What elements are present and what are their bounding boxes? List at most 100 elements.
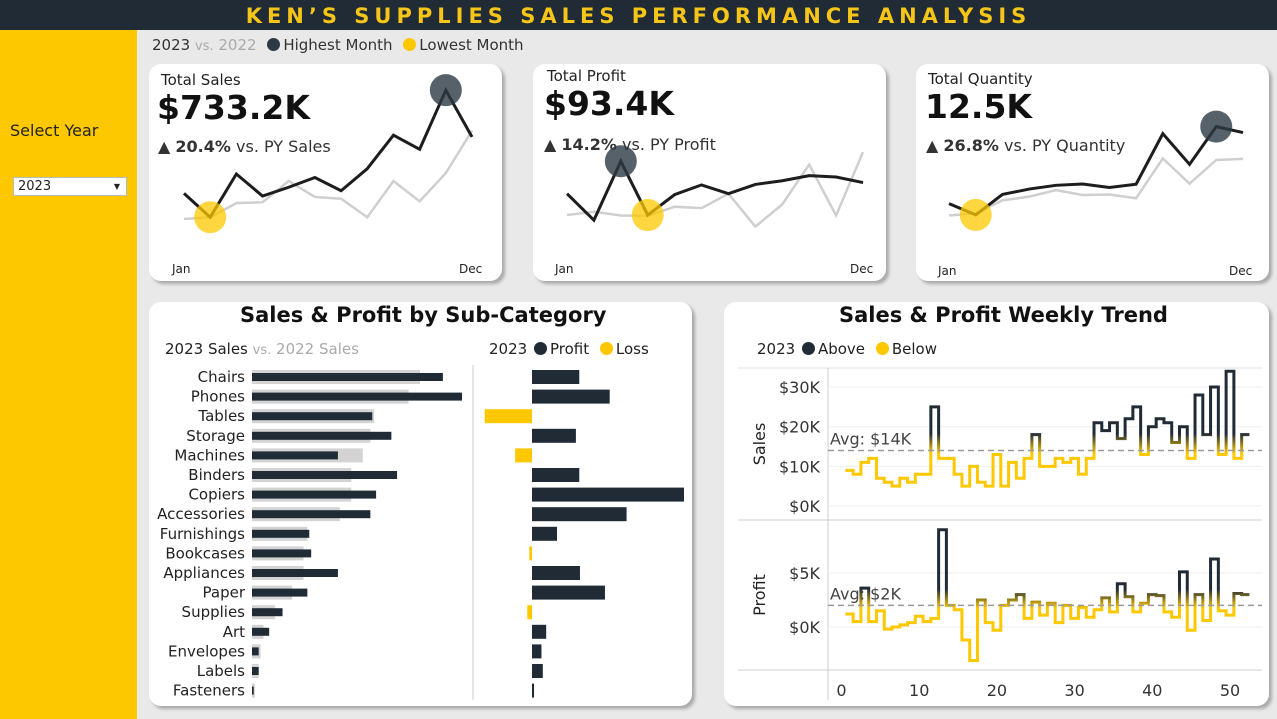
category-label: Furnishings <box>160 525 245 543</box>
current-sales-bar <box>252 686 254 695</box>
profit-bar <box>532 683 535 698</box>
sales-sparkline <box>182 74 474 234</box>
current-sales-bar <box>252 431 392 440</box>
category-label: Bookcases <box>165 544 245 562</box>
current-sales-bar <box>252 588 308 597</box>
profit-bar <box>532 585 605 600</box>
profit-bar <box>532 487 684 502</box>
subcategory-panel: Sales & Profit by Sub-Category 2023 Sale… <box>149 302 692 706</box>
x-tick-label: 10 <box>909 681 929 700</box>
weekly-chart: $0K $10K $20K $30K Avg: $14K Sales $0K $5K Avg: … <box>738 367 1262 700</box>
y-tick-label: $0K <box>789 618 820 637</box>
current-sales-bar <box>252 627 270 636</box>
highest-month-marker <box>604 145 637 178</box>
legend-highest: Highest Month <box>283 36 393 54</box>
profit-bar <box>532 428 576 443</box>
quantity-sparkline <box>948 110 1244 231</box>
category-label: Phones <box>191 388 245 406</box>
x-tick-label: 50 <box>1220 681 1240 700</box>
profit-bar <box>532 389 610 404</box>
axis-end-label: Dec <box>459 262 483 276</box>
legend-year: 2023 <box>152 36 191 54</box>
x-tick-label: 30 <box>1064 681 1084 700</box>
dashboard-title: KEN’S SUPPLIES SALES PERFORMANCE ANALYSI… <box>0 0 1277 30</box>
y-tick-label: $20K <box>779 418 821 437</box>
lowest-month-marker <box>194 201 227 234</box>
legend-vs: vs. <box>194 39 214 54</box>
x-tick-label: 40 <box>1142 681 1162 700</box>
current-sales-bar <box>252 392 462 401</box>
select-year-label: Select Year <box>10 121 99 140</box>
profit-bar <box>532 507 627 522</box>
profit-bar <box>532 468 580 482</box>
current-sales-bar <box>252 549 312 558</box>
current-sales-bar <box>252 569 338 577</box>
current-sales-bar <box>252 373 443 381</box>
category-label: Labels <box>197 662 245 680</box>
highest-month-marker <box>1200 110 1233 143</box>
y-tick-label: $30K <box>779 378 821 397</box>
current-sales-bar <box>252 490 377 499</box>
profit-axis-title: Profit <box>750 574 769 616</box>
loss-bar <box>529 546 532 561</box>
current-year-line <box>948 124 1244 217</box>
axis-end-label: Dec <box>1229 264 1253 278</box>
loss-bar <box>484 409 532 424</box>
current-sales-bar <box>252 471 398 479</box>
profit-avg-label: Avg: $2K <box>830 584 901 603</box>
current-sales-bar <box>252 608 283 617</box>
category-label: Supplies <box>182 603 246 621</box>
category-label: Binders <box>188 466 245 484</box>
category-label: Tables <box>197 407 245 425</box>
y-tick-label: $5K <box>789 564 820 583</box>
kpi-card-profit[interactable]: Total Profit $93.4K ▲ 14.2% vs. PY Profi… <box>533 64 886 281</box>
category-label: Appliances <box>163 564 245 582</box>
y-tick-label: $10K <box>779 457 821 476</box>
sales-avg-label: Avg: $14K <box>830 429 912 448</box>
axis-start-label: Jan <box>938 264 957 278</box>
profit-bar <box>532 370 580 384</box>
x-tick-label: 20 <box>987 681 1007 700</box>
loss-bar <box>515 448 532 463</box>
axis-start-label: Jan <box>555 262 574 276</box>
sidebar: Select Year 2023 ▼ <box>0 30 137 719</box>
category-label: Art <box>223 623 245 641</box>
profit-step-line <box>845 528 1250 662</box>
lowest-month-marker <box>959 198 992 231</box>
current-sales-bar <box>252 451 338 460</box>
kpi-card-quantity[interactable]: Total Quantity 12.5K ▲ 26.8% vs. PY Quan… <box>916 64 1269 281</box>
profit-sparkline <box>565 145 865 232</box>
sales-axis-title: Sales <box>750 423 769 466</box>
category-label: Paper <box>203 584 246 602</box>
profit-bar <box>532 526 557 541</box>
axis-start-label: Jan <box>172 262 191 276</box>
year-dropdown-value: 2023 <box>18 179 52 194</box>
category-label: Fasteners <box>173 682 245 700</box>
profit-bar <box>532 644 542 659</box>
loss-bar <box>527 605 532 620</box>
current-sales-bar <box>252 412 373 421</box>
current-sales-bar <box>252 510 371 519</box>
x-tick-label: 0 <box>836 681 846 700</box>
category-label: Envelopes <box>168 642 245 660</box>
current-sales-bar <box>252 667 259 675</box>
category-label: Chairs <box>198 368 246 386</box>
top-legend: 2023 vs. 2022 Highest Month Lowest Month <box>152 36 524 54</box>
category-label: Accessories <box>157 505 245 523</box>
profit-bar <box>532 664 543 678</box>
current-sales-bar <box>252 529 310 538</box>
current-sales-bar <box>252 647 259 656</box>
legend-prior-year: 2022 <box>218 36 257 54</box>
highest-dot-icon <box>267 38 281 51</box>
year-dropdown[interactable]: 2023 ▼ <box>13 177 127 196</box>
profit-bar <box>532 624 547 639</box>
subcategory-chart: Chairs PhonesTables StorageMachines Binders… <box>157 365 684 700</box>
weekly-trend-panel: Sales & Profit Weekly Trend 2023 Above B… <box>724 302 1269 706</box>
lowest-dot-icon <box>403 38 417 51</box>
prior-year-line <box>183 130 474 221</box>
category-label: Machines <box>174 446 245 464</box>
kpi-card-sales[interactable]: Total Sales $733.2K ▲ 20.4% vs. PY Sales… <box>149 64 502 281</box>
highest-month-marker <box>429 74 462 107</box>
chevron-down-icon[interactable]: ▼ <box>114 178 120 195</box>
axis-end-label: Dec <box>850 262 874 276</box>
